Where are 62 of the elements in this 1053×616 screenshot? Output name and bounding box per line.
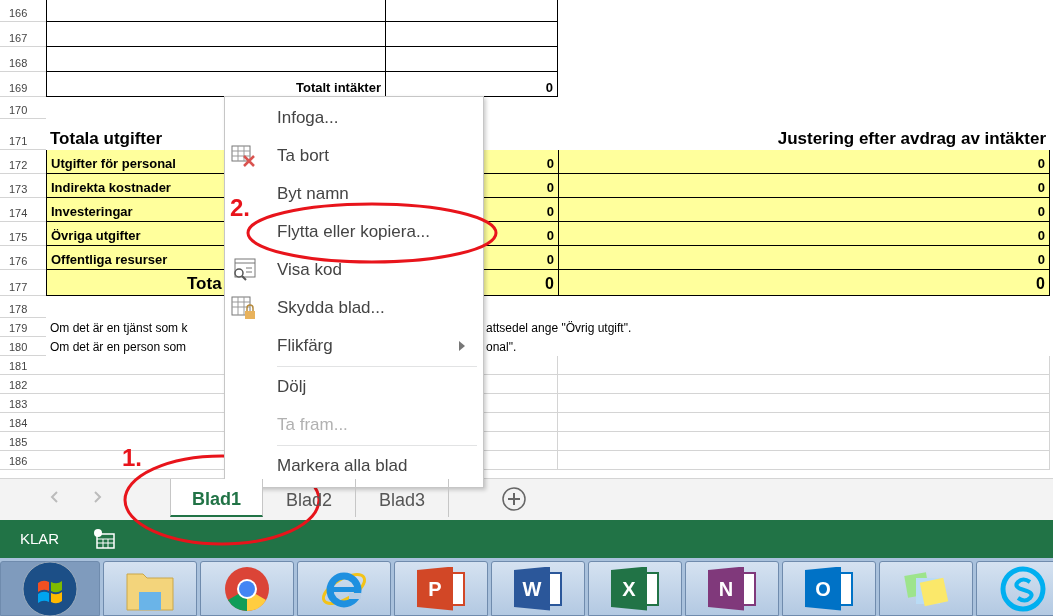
delete-table-icon [231,144,257,168]
note-text: Om det är en tjänst som k [50,322,188,334]
row-number: 184 [9,418,28,429]
taskbar-button[interactable]: W [491,561,585,616]
view-code-icon [231,258,257,282]
column-heading: Justering efter avdrag av intäkter [777,130,1046,147]
taskbar-button[interactable] [879,561,973,616]
taskbar-button[interactable]: O [782,561,876,616]
row-number: 183 [9,399,28,410]
row-number: 181 [9,361,28,372]
row-number: 179 [9,323,28,334]
row-number: 175 [9,232,28,243]
row-number: 174 [9,208,28,219]
note-text: onal". [486,341,517,353]
taskbar-button[interactable]: N [685,561,779,616]
row-number: 177 [9,282,28,293]
row-number: 180 [9,342,28,353]
row-number: 172 [9,160,28,171]
protect-sheet-icon [231,296,257,320]
table-cell: 0 [558,150,1050,174]
row-number: 176 [9,256,28,267]
taskbar-button[interactable]: P [394,561,488,616]
step-number: 1. [122,446,142,470]
table-cell: 0 [558,198,1050,222]
note-text: Om det är en person som [50,341,187,353]
row-number: 185 [9,437,28,448]
status-text: KLAR [20,528,60,549]
scroll-left-icon[interactable] [50,491,58,503]
section-heading: Totala utgifter [50,130,163,147]
note-text: attsedel ange "Övrig utgift". [486,322,632,334]
skype-logo-icon [1000,565,1046,612]
row-number: 169 [9,83,28,94]
taskbar-button[interactable] [0,561,100,616]
table-cell: 0 [558,222,1050,246]
table-cell: 0 [558,270,1050,296]
table-cell: 0 [558,246,1050,270]
taskbar-button[interactable] [976,561,1053,616]
sheet-tab[interactable]: Blad1 [170,479,263,517]
taskbar-button[interactable]: X [588,561,682,616]
taskbar-button[interactable] [200,561,294,616]
row-number: 171 [9,136,28,147]
taskbar-button[interactable] [297,561,391,616]
add-sheet-icon[interactable] [501,486,527,512]
menu-item[interactable]: Infoga... [275,101,475,135]
row-number: 170 [9,105,28,116]
submenu-arrow-icon [459,341,465,351]
row-number: 178 [9,304,28,315]
taskbar-button[interactable] [103,561,197,616]
row-number: 173 [9,184,28,195]
step-number: 2. [230,196,250,220]
row-number: 186 [9,456,28,467]
row-number: 168 [9,58,28,69]
menu-item[interactable]: Dölj [275,370,475,404]
table-cell: 0 [558,174,1050,198]
scroll-right-icon[interactable] [94,491,102,503]
chrome-logo-icon [224,565,270,612]
start-orb-icon [22,560,78,616]
menu-item[interactable]: Flikfärg [275,329,475,363]
sheet-record-icon[interactable] [93,529,116,549]
row-number: 167 [9,33,28,44]
row-number: 166 [9,8,28,19]
row-number: 182 [9,380,28,391]
